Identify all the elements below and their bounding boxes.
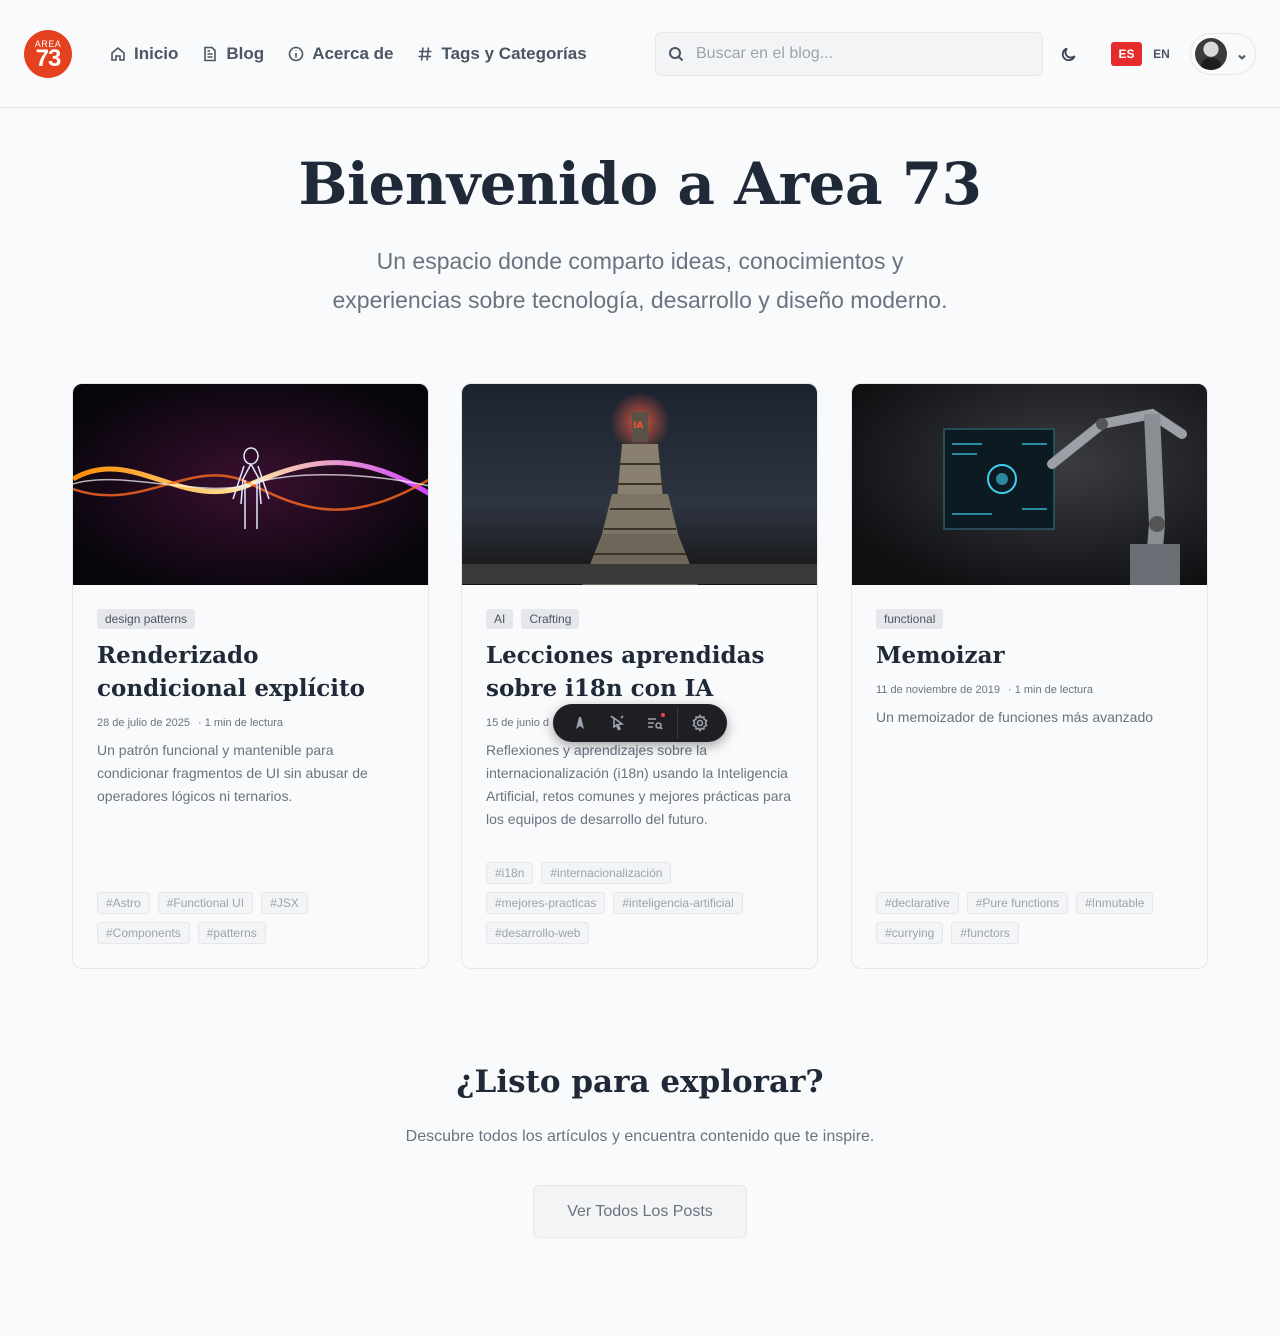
post-title[interactable]: Lecciones aprendidas sobre i18n con IA	[486, 639, 793, 705]
toolbar-divider	[677, 708, 679, 738]
post-categories: functional	[876, 609, 1183, 629]
nav-item-blog[interactable]: Blog	[202, 42, 264, 66]
post-tags: #declarative #Pure functions #Inmutable …	[876, 892, 1183, 944]
theme-toggle-button[interactable]	[1057, 42, 1081, 66]
nav-label: Tags y Categorías	[441, 44, 587, 63]
category-badge[interactable]: design patterns	[97, 609, 196, 629]
cta-subtitle: Descubre todos los artículos y encuentra…	[405, 1128, 875, 1145]
post-excerpt: Un memoizador de funciones más avanzado	[876, 709, 1154, 725]
post-title[interactable]: Memoizar	[876, 639, 1183, 672]
audit-list-icon[interactable]	[639, 707, 671, 739]
post-card-body: design patterns Renderizado condicional …	[73, 585, 428, 968]
hash-icon	[418, 47, 432, 61]
tag-chip[interactable]: #inteligencia-artificial	[613, 892, 743, 914]
post-read-time: 1 min de lectura	[198, 717, 283, 729]
lang-en-button[interactable]: EN	[1146, 42, 1177, 66]
tag-chip[interactable]: #Pure functions	[966, 892, 1069, 914]
post-excerpt: Reflexiones y aprendizajes sobre la inte…	[486, 742, 791, 827]
astro-logo-icon[interactable]	[564, 707, 596, 739]
notification-dot	[661, 713, 666, 717]
settings-gear-icon[interactable]	[684, 707, 716, 739]
post-card[interactable]: functional Memoizar 11 de noviembre de 2…	[851, 383, 1208, 969]
category-badge[interactable]: functional	[876, 609, 944, 629]
tag-chip[interactable]: #currying	[876, 922, 944, 944]
post-tags: #Astro #Functional UI #JSX #Components #…	[97, 892, 404, 944]
post-card[interactable]: design patterns Renderizado condicional …	[72, 383, 429, 969]
category-badge[interactable]: Crafting	[521, 609, 580, 629]
site-header: AREA 73 Inicio Blog Acerca de Tags y Cat…	[0, 0, 1280, 108]
search-icon	[669, 47, 684, 62]
post-categories: design patterns	[97, 609, 404, 629]
tag-chip[interactable]: #desarrollo-web	[486, 922, 590, 944]
nav-item-inicio[interactable]: Inicio	[110, 42, 178, 66]
tag-chip[interactable]: #i18n	[486, 862, 534, 884]
post-meta: 28 de julio de 2025 1 min de lectura	[97, 717, 404, 729]
dev-toolbar	[553, 704, 727, 742]
post-card-body: AI Crafting Lecciones aprendidas sobre i…	[462, 585, 817, 968]
post-date: 15 de junio d	[486, 717, 549, 729]
tag-chip[interactable]: #Inmutable	[1076, 892, 1154, 914]
lang-es-button[interactable]: ES	[1111, 42, 1142, 66]
nav-label: Inicio	[134, 44, 179, 63]
tag-chip[interactable]: #internacionalización	[541, 862, 672, 884]
nav-label: Acerca de	[312, 44, 394, 63]
post-date: 11 de noviembre de 2019	[876, 684, 1000, 696]
nav-item-acerca[interactable]: Acerca de	[288, 42, 393, 66]
tag-chip[interactable]: #Astro	[97, 892, 150, 914]
post-tags: #i18n #internacionalización #mejores-pra…	[486, 862, 793, 944]
cursor-inspect-icon[interactable]	[602, 707, 634, 739]
hero-subtitle: Un espacio donde comparto ideas, conocim…	[332, 248, 948, 313]
post-title[interactable]: Renderizado condicional explícito	[97, 639, 404, 705]
avatar	[1195, 38, 1227, 70]
post-date: 28 de julio de 2025	[97, 717, 190, 729]
document-icon	[204, 46, 217, 62]
chevron-down-icon	[1237, 49, 1247, 60]
search-box	[655, 32, 1043, 76]
post-excerpt: Un patrón funcional y mantenible para co…	[97, 742, 368, 804]
cta-title: ¿Listo para explorar?	[456, 1064, 824, 1100]
tag-chip[interactable]: #mejores-practicas	[486, 892, 606, 914]
post-read-time: 1 min de lectura	[1008, 684, 1093, 696]
post-card-body: functional Memoizar 11 de noviembre de 2…	[852, 585, 1207, 968]
svg-text:IA: IA	[633, 421, 643, 431]
info-icon	[288, 46, 304, 62]
main-nav: Inicio Blog Acerca de Tags y Categorías	[110, 42, 587, 66]
post-meta: 11 de noviembre de 2019 1 min de lectura	[876, 684, 1183, 696]
tag-chip[interactable]: #Components	[97, 922, 190, 944]
tag-chip[interactable]: #declarative	[876, 892, 959, 914]
logo-number: 73	[35, 45, 62, 72]
post-categories: AI Crafting	[486, 609, 793, 629]
post-cover-image[interactable]	[73, 384, 428, 585]
category-badge[interactable]: AI	[486, 609, 514, 629]
tag-chip[interactable]: #functors	[951, 922, 1019, 944]
post-cover-image[interactable]: IA	[462, 384, 817, 585]
post-cover-image[interactable]	[852, 384, 1207, 585]
home-icon	[111, 46, 125, 61]
hero-title: Bienvenido a Area 73	[298, 150, 982, 218]
view-all-posts-button[interactable]: Ver Todos Los Posts	[533, 1185, 747, 1238]
moon-icon	[1061, 47, 1076, 62]
post-card[interactable]: IA AI Crafting Lecciones aprendidas sobr…	[461, 383, 818, 969]
tag-chip[interactable]: #patterns	[197, 922, 266, 944]
search-input[interactable]	[696, 45, 1016, 63]
nav-item-tags[interactable]: Tags y Categorías	[417, 42, 587, 66]
nav-label: Blog	[226, 44, 265, 63]
site-logo[interactable]: AREA 73	[24, 30, 72, 78]
tag-chip[interactable]: #Functional UI	[157, 892, 254, 914]
tag-chip[interactable]: #JSX	[261, 892, 308, 914]
user-menu-button[interactable]	[1190, 33, 1256, 75]
